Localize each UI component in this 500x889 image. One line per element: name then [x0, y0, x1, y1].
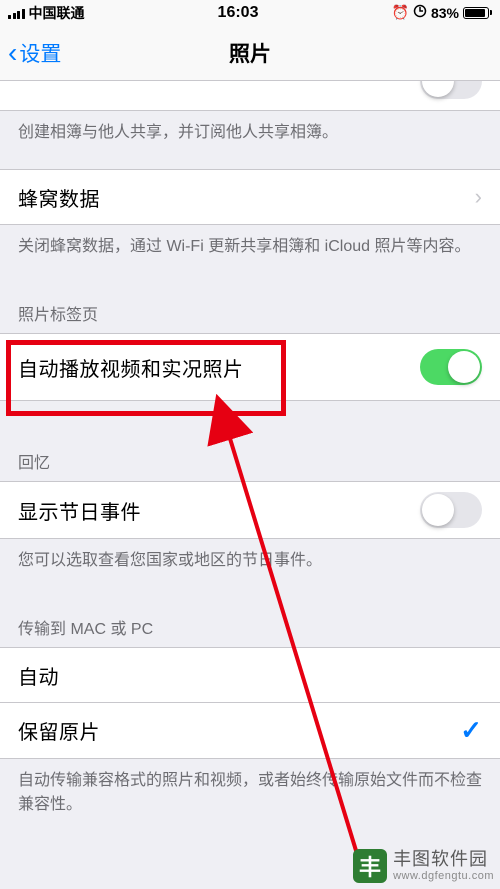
watermark-url: www.dgfengtu.com — [393, 870, 494, 882]
keep-originals-cell[interactable]: 保留原片 ✓ — [0, 703, 500, 759]
status-right: ⏰ 83% — [392, 4, 492, 21]
watermark-logo-icon: 丰 — [353, 849, 387, 883]
transfer-footer: 自动传输兼容格式的照片和视频，或者始终传输原始文件而不检查兼容性。 — [0, 759, 500, 841]
page-title: 照片 — [229, 38, 271, 68]
carrier-label: 中国联通 — [29, 3, 85, 23]
checkmark-icon: ✓ — [460, 715, 482, 746]
status-time: 16:03 — [85, 4, 392, 22]
status-bar: 中国联通 16:03 ⏰ 83% — [0, 0, 500, 25]
autoplay-cell[interactable]: 自动播放视频和实况照片 — [0, 333, 500, 401]
photo-tabs-header: 照片标签页 — [0, 283, 500, 333]
signal-bars-icon — [8, 7, 25, 19]
back-label: 设置 — [19, 38, 61, 68]
nav-bar: ‹ 设置 照片 — [0, 25, 500, 81]
shared-albums-toggle-cell[interactable] — [0, 81, 500, 111]
settings-content[interactable]: 创建相簿与他人共享，并订阅他人共享相簿。 蜂窝数据 › 关闭蜂窝数据，通过 Wi… — [0, 81, 500, 889]
chevron-left-icon: ‹ — [8, 39, 17, 67]
alarm-icon: ⏰ — [392, 4, 409, 21]
watermark: 丰 丰图软件园 www.dgfengtu.com — [353, 849, 494, 883]
holiday-events-label: 显示节日事件 — [18, 496, 141, 525]
battery-percent: 83% — [431, 5, 459, 21]
shared-albums-toggle[interactable] — [420, 81, 482, 99]
transfer-header: 传输到 MAC 或 PC — [0, 597, 500, 647]
cellular-footer: 关闭蜂窝数据，通过 Wi-Fi 更新共享相簿和 iCloud 照片等内容。 — [0, 225, 500, 283]
keep-originals-label: 保留原片 — [18, 716, 100, 745]
shared-albums-footer: 创建相簿与他人共享，并订阅他人共享相簿。 — [0, 111, 500, 169]
autoplay-label: 自动播放视频和实况照片 — [18, 353, 244, 382]
watermark-name: 丰图软件园 — [393, 850, 494, 870]
rotation-lock-icon — [413, 4, 427, 21]
holiday-events-cell[interactable]: 显示节日事件 — [0, 481, 500, 539]
cellular-data-cell[interactable]: 蜂窝数据 › — [0, 169, 500, 225]
chevron-right-icon: › — [475, 184, 482, 210]
battery-icon — [463, 7, 492, 19]
autoplay-toggle[interactable] — [420, 349, 482, 385]
holiday-events-toggle[interactable] — [420, 492, 482, 528]
status-left: 中国联通 — [8, 3, 85, 23]
holidays-footer: 您可以选取查看您国家或地区的节日事件。 — [0, 539, 500, 597]
cellular-data-label: 蜂窝数据 — [18, 183, 100, 212]
automatic-cell[interactable]: 自动 — [0, 647, 500, 703]
memories-header: 回忆 — [0, 401, 500, 481]
automatic-label: 自动 — [18, 661, 59, 690]
back-button[interactable]: ‹ 设置 — [8, 38, 61, 68]
